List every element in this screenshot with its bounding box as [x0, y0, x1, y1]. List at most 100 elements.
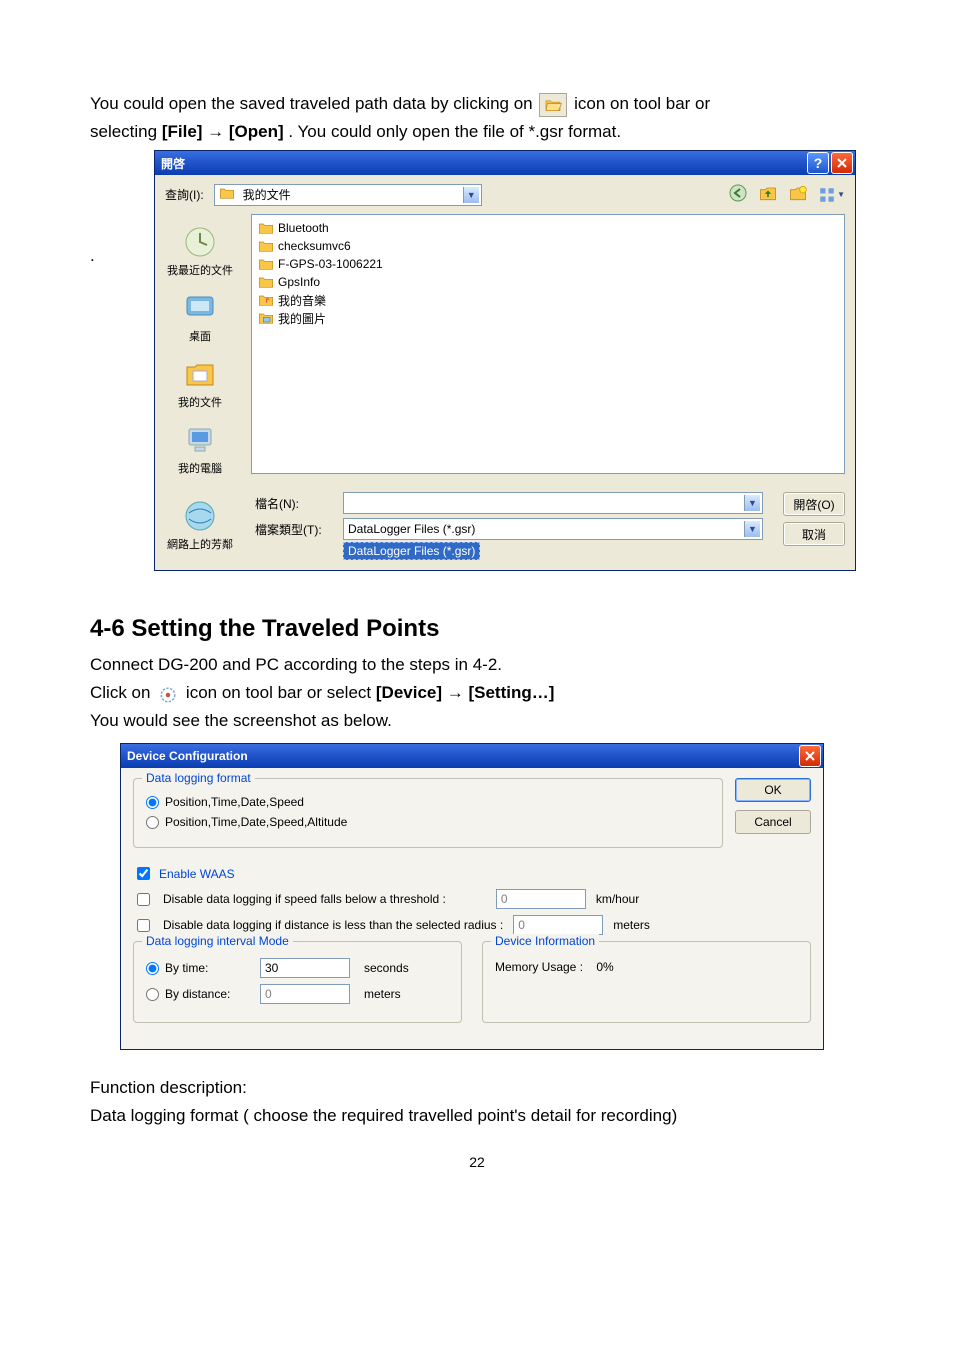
text-bold: [Device] → [Setting…]: [376, 683, 555, 702]
places-network[interactable]: 網路上的芳鄰: [160, 492, 240, 556]
documents-icon: [180, 354, 220, 394]
text: You would see the screenshot as below.: [90, 707, 864, 735]
file-name: 我的圖片: [278, 310, 326, 327]
dialog-title: 開啓: [161, 155, 185, 172]
dialog-title: Device Configuration: [127, 749, 248, 763]
speed-threshold-input[interactable]: 0: [496, 889, 586, 909]
text: selecting: [90, 122, 162, 141]
up-folder-icon[interactable]: [758, 183, 778, 206]
titlebar[interactable]: 開啓 ?: [155, 151, 855, 175]
by-time-input[interactable]: 30: [260, 958, 350, 978]
filetype-value: DataLogger Files (*.gsr): [348, 522, 475, 536]
interval-mode-group: Data logging interval Mode By time: 30 s…: [133, 941, 462, 1023]
text: .: [90, 246, 94, 266]
folder-icon: [219, 186, 235, 203]
unit-label: meters: [613, 918, 650, 932]
radio-label: By time:: [165, 961, 208, 975]
pictures-folder-icon: [258, 310, 274, 326]
network-icon: [180, 496, 220, 536]
format-radio-basic[interactable]: [146, 796, 159, 809]
back-icon[interactable]: [728, 183, 748, 206]
by-distance-input[interactable]: 0: [260, 984, 350, 1004]
list-item[interactable]: 我的音樂: [258, 291, 838, 309]
chevron-down-icon: ▼: [463, 187, 479, 203]
group-title: Data logging interval Mode: [142, 934, 293, 948]
by-time-radio[interactable]: [146, 962, 159, 975]
radio-label: By distance:: [165, 987, 230, 1001]
list-item[interactable]: checksumvc6: [258, 237, 838, 255]
places-computer[interactable]: 我的電腦: [160, 416, 240, 480]
list-item[interactable]: Bluetooth: [258, 219, 838, 237]
text-bold: [File] → [Open]: [162, 122, 284, 141]
places-recent[interactable]: 我最近的文件: [160, 218, 240, 282]
distance-radius-input[interactable]: 0: [513, 915, 603, 935]
enable-waas-checkbox[interactable]: [137, 867, 150, 880]
by-distance-radio[interactable]: [146, 988, 159, 1001]
device-information-group: Device Information Memory Usage : 0%: [482, 941, 811, 1023]
titlebar[interactable]: Device Configuration: [121, 744, 823, 768]
close-button[interactable]: [831, 152, 853, 174]
look-in-label: 查詢(I):: [165, 186, 204, 203]
close-icon: [804, 750, 816, 762]
group-title: Data logging format: [142, 771, 255, 785]
filetype-option[interactable]: DataLogger Files (*.gsr): [343, 542, 480, 560]
group-title: Device Information: [491, 934, 599, 948]
file-name: Bluetooth: [278, 221, 329, 235]
device-configuration-dialog: Device Configuration Data logging format…: [120, 743, 824, 1050]
file-name: GpsInfo: [278, 275, 320, 289]
computer-icon: [180, 420, 220, 460]
music-folder-icon: [258, 292, 274, 308]
look-in-value: 我的文件: [243, 186, 291, 203]
ok-button[interactable]: OK: [735, 778, 811, 802]
view-menu-icon[interactable]: ▼: [818, 186, 845, 204]
file-name: checksumvc6: [278, 239, 351, 253]
format-radio-altitude[interactable]: [146, 816, 159, 829]
radio-label: Position,Time,Date,Speed,Altitude: [165, 815, 347, 829]
disable-distance-checkbox[interactable]: [137, 919, 150, 932]
close-icon: [836, 157, 848, 169]
look-in-select[interactable]: 我的文件 ▼: [214, 184, 482, 206]
checkbox-label: Disable data logging if distance is less…: [163, 918, 503, 932]
place-label: 我的電腦: [178, 460, 222, 476]
place-label: 我的文件: [178, 394, 222, 410]
desktop-icon: [180, 288, 220, 328]
page-number: 22: [90, 1154, 864, 1170]
open-folder-icon: [539, 93, 567, 117]
new-folder-icon[interactable]: [788, 183, 808, 206]
checkbox-label: Disable data logging if speed falls belo…: [163, 892, 446, 906]
file-name: F-GPS-03-1006221: [278, 257, 383, 271]
place-label: 桌面: [189, 328, 211, 344]
radio-label: Position,Time,Date,Speed: [165, 795, 304, 809]
memory-usage-value: 0%: [596, 960, 613, 974]
memory-usage-label: Memory Usage :: [495, 960, 583, 974]
filename-input[interactable]: ▼: [343, 492, 763, 514]
cancel-button[interactable]: 取消: [783, 522, 845, 546]
folder-icon: [258, 220, 274, 236]
file-name: 我的音樂: [278, 292, 326, 309]
file-list[interactable]: Bluetooth checksumvc6 F-GPS-03-1006221 G…: [251, 214, 845, 474]
section-heading: 4-6 Setting the Traveled Points: [90, 615, 864, 643]
setting-icon: [159, 685, 177, 703]
text: icon on tool bar or: [574, 94, 710, 113]
filetype-select[interactable]: DataLogger Files (*.gsr) ▼: [343, 518, 763, 540]
close-button[interactable]: [799, 745, 821, 767]
list-item[interactable]: F-GPS-03-1006221: [258, 255, 838, 273]
folder-icon: [258, 238, 274, 254]
text: . You could only open the file of *.gsr …: [288, 122, 621, 141]
folder-icon: [258, 256, 274, 272]
disable-speed-checkbox[interactable]: [137, 893, 150, 906]
unit-label: km/hour: [596, 892, 639, 906]
list-item[interactable]: GpsInfo: [258, 273, 838, 291]
help-button[interactable]: ?: [807, 152, 829, 174]
places-documents[interactable]: 我的文件: [160, 350, 240, 414]
open-button[interactable]: 開啓(O): [783, 492, 845, 516]
checkbox-label: Enable WAAS: [159, 867, 235, 881]
places-desktop[interactable]: 桌面: [160, 284, 240, 348]
unit-label: meters: [364, 987, 401, 1001]
cancel-button[interactable]: Cancel: [735, 810, 811, 834]
list-item[interactable]: 我的圖片: [258, 309, 838, 327]
recent-icon: [180, 222, 220, 262]
text: Function description:: [90, 1074, 864, 1102]
data-logging-format-group: Data logging format Position,Time,Date,S…: [133, 778, 723, 848]
unit-label: seconds: [364, 961, 409, 975]
